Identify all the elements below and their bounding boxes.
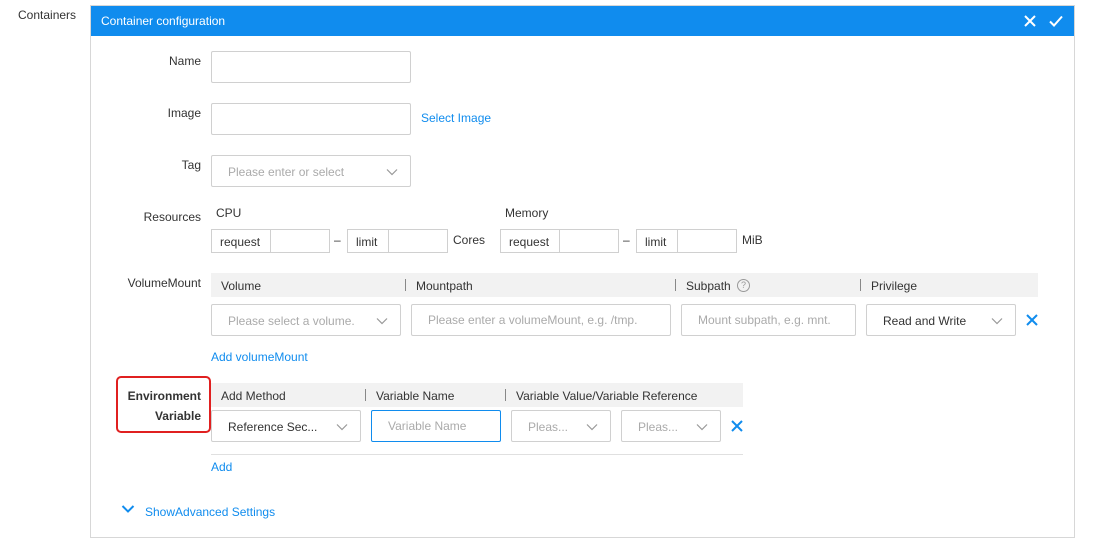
col-divider [365,389,366,401]
memory-limit-label: limit [645,235,667,249]
cpu-limit-group: limit [347,229,448,253]
remove-volumemount-icon[interactable] [1025,313,1039,327]
resources-label: Resources [143,210,201,224]
volume-placeholder: Please select a volume. [228,314,355,328]
container-config-panel: Container configuration [90,5,1075,538]
close-icon[interactable] [1022,13,1038,29]
memory-unit: MiB [742,233,763,247]
col-privilege: Privilege [871,279,918,293]
cpu-limit-label: limit [356,235,378,249]
col-subpath: Subpath [686,279,731,293]
tag-select[interactable]: Please enter or select [211,155,411,187]
col-divider [675,279,676,291]
col-variable-name: Variable Name [376,389,455,403]
memory-request-input[interactable] [559,229,619,253]
chevron-down-icon [376,318,388,325]
memory-limit-group: limit [636,229,737,253]
memory-title: Memory [505,206,549,220]
col-variable-value: Variable Value/Variable Reference [516,389,698,403]
image-input[interactable] [211,103,411,135]
help-icon[interactable]: ? [737,279,750,292]
memory-request-label: request [509,235,550,249]
show-advanced-settings-link[interactable]: ShowAdvanced Settings [145,505,275,519]
volumemount-label: VolumeMount [127,276,201,290]
check-icon[interactable] [1048,13,1064,29]
cpu-limit-input[interactable] [388,229,448,253]
memory-dash: – [623,233,630,247]
privilege-select[interactable]: Read and Write [866,304,1016,336]
cpu-request-group: request [211,229,330,253]
privilege-value: Read and Write [883,314,967,328]
chevron-down-icon [386,169,398,176]
env-label-line2: Variable [154,409,201,423]
chevron-down-icon [586,424,598,431]
variable-value-select[interactable]: Pleas... [511,410,611,442]
col-divider [405,279,406,291]
cpu-dash: – [334,233,341,247]
select-image-link[interactable]: Select Image [421,111,491,125]
col-divider [505,389,506,401]
cpu-title: CPU [216,206,242,220]
env-divider [211,454,743,455]
memory-limit-input[interactable] [677,229,737,253]
add-method-select[interactable]: Reference Sec... [211,410,361,442]
chevron-down-icon [991,318,1003,325]
variable-reference-placeholder: Pleas... [638,420,679,434]
env-label: Environment Variable [118,386,201,426]
add-volumemount-link[interactable]: Add volumeMount [211,350,308,364]
variable-value-placeholder: Pleas... [528,420,569,434]
env-label-line1: Environment [127,389,201,403]
memory-request-group: request [500,229,619,253]
chevron-down-icon [336,424,348,431]
col-add-method: Add Method [221,389,286,403]
tag-label: Tag [181,158,201,172]
tag-placeholder: Please enter or select [228,165,345,179]
mountpath-input[interactable] [411,304,671,336]
add-method-value: Reference Sec... [228,420,318,434]
variable-name-input[interactable] [371,410,501,442]
chevron-down-icon [696,424,708,431]
panel-title: Container configuration [101,14,226,28]
col-volume: Volume [221,279,262,293]
cpu-request-label: request [220,235,261,249]
col-divider [860,279,861,291]
image-label: Image [167,106,201,120]
add-env-variable-link[interactable]: Add [211,460,232,474]
volumemount-table-header: Volume Mountpath Subpath ? Privilege [211,273,1038,297]
volume-select[interactable]: Please select a volume. [211,304,401,336]
cpu-unit: Cores [453,233,486,247]
panel-header: Container configuration [91,6,1074,36]
containers-section-label: Containers [18,8,77,22]
chevron-down-icon[interactable] [121,504,135,514]
cpu-request-input[interactable] [270,229,330,253]
env-table-header: Add Method Variable Name Variable Value/… [211,383,743,407]
remove-env-variable-icon[interactable] [730,419,744,433]
variable-reference-select[interactable]: Pleas... [621,410,721,442]
col-mountpath: Mountpath [416,279,473,293]
name-label: Name [168,54,201,68]
name-input[interactable] [211,51,411,83]
subpath-input[interactable] [681,304,856,336]
